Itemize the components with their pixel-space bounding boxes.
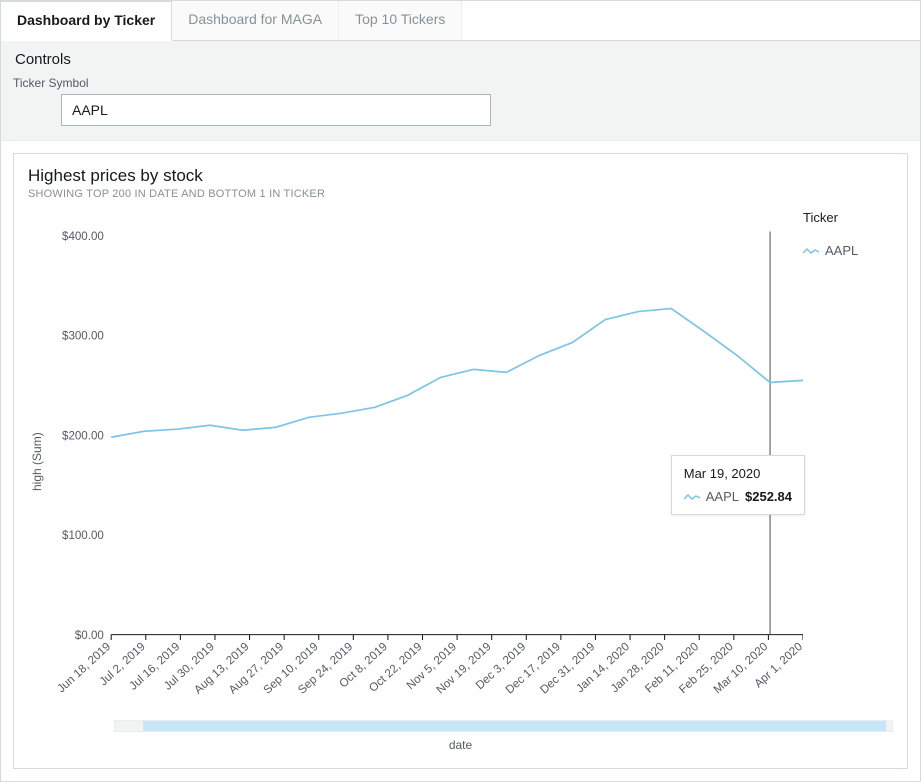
chart-panel: Highest prices by stock SHOWING TOP 200 … — [13, 153, 908, 769]
chart-legend: Ticker AAPL — [803, 210, 893, 714]
chart-subtitle: SHOWING TOP 200 IN DATE AND BOTTOM 1 IN … — [28, 188, 893, 200]
x-axis-label: date — [28, 738, 893, 752]
controls-heading: Controls — [1, 41, 920, 72]
x-axis-labels: Jun 18, 2019Jul 2, 2019Jul 16, 2019Jul 3… — [55, 640, 803, 697]
svg-text:$300.00: $300.00 — [62, 330, 104, 343]
legend-swatch-icon — [803, 243, 819, 258]
tab-dashboard-by-ticker[interactable]: Dashboard by Ticker — [1, 1, 172, 41]
legend-item-label: AAPL — [825, 243, 858, 258]
tab-bar: Dashboard by Ticker Dashboard for MAGA T… — [1, 1, 920, 41]
legend-title: Ticker — [803, 210, 893, 225]
dashboard-app: Dashboard by Ticker Dashboard for MAGA T… — [0, 0, 921, 782]
tooltip-swatch-icon — [684, 489, 700, 504]
plot-area[interactable]: $0.00 $100.00 $200.00 $300.00 $400.00 Ju… — [46, 210, 803, 714]
tab-top-10-tickers[interactable]: Top 10 Tickers — [339, 1, 462, 40]
tooltip-date: Mar 19, 2020 — [684, 466, 792, 481]
tab-dashboard-for-maga[interactable]: Dashboard for MAGA — [172, 1, 339, 40]
chart-body: high (Sum) $0.00 $100.00 $200.00 $300.00… — [28, 210, 893, 714]
legend-item-aapl[interactable]: AAPL — [803, 243, 893, 258]
svg-text:$400.00: $400.00 — [62, 230, 104, 243]
chart-tooltip: Mar 19, 2020 AAPL $252.84 — [671, 455, 805, 515]
controls-panel: Controls Ticker Symbol — [1, 41, 920, 141]
chart-title: Highest prices by stock — [28, 166, 893, 186]
x-axis-ticks — [111, 635, 803, 640]
x-axis-scrollbar[interactable] — [114, 720, 893, 732]
svg-text:$0.00: $0.00 — [75, 629, 104, 642]
tooltip-value: $252.84 — [745, 489, 792, 504]
svg-text:$200.00: $200.00 — [62, 429, 104, 442]
x-axis-scrollbar-thumb[interactable] — [143, 721, 886, 731]
y-axis-label: high (Sum) — [28, 210, 46, 714]
y-axis-ticks: $0.00 $100.00 $200.00 $300.00 $400.00 — [62, 230, 104, 642]
ticker-field-label: Ticker Symbol — [1, 72, 920, 94]
series-line-aapl — [111, 309, 803, 438]
ticker-symbol-input[interactable] — [61, 94, 491, 126]
svg-text:$100.00: $100.00 — [62, 529, 104, 542]
tooltip-series: AAPL — [706, 489, 739, 504]
